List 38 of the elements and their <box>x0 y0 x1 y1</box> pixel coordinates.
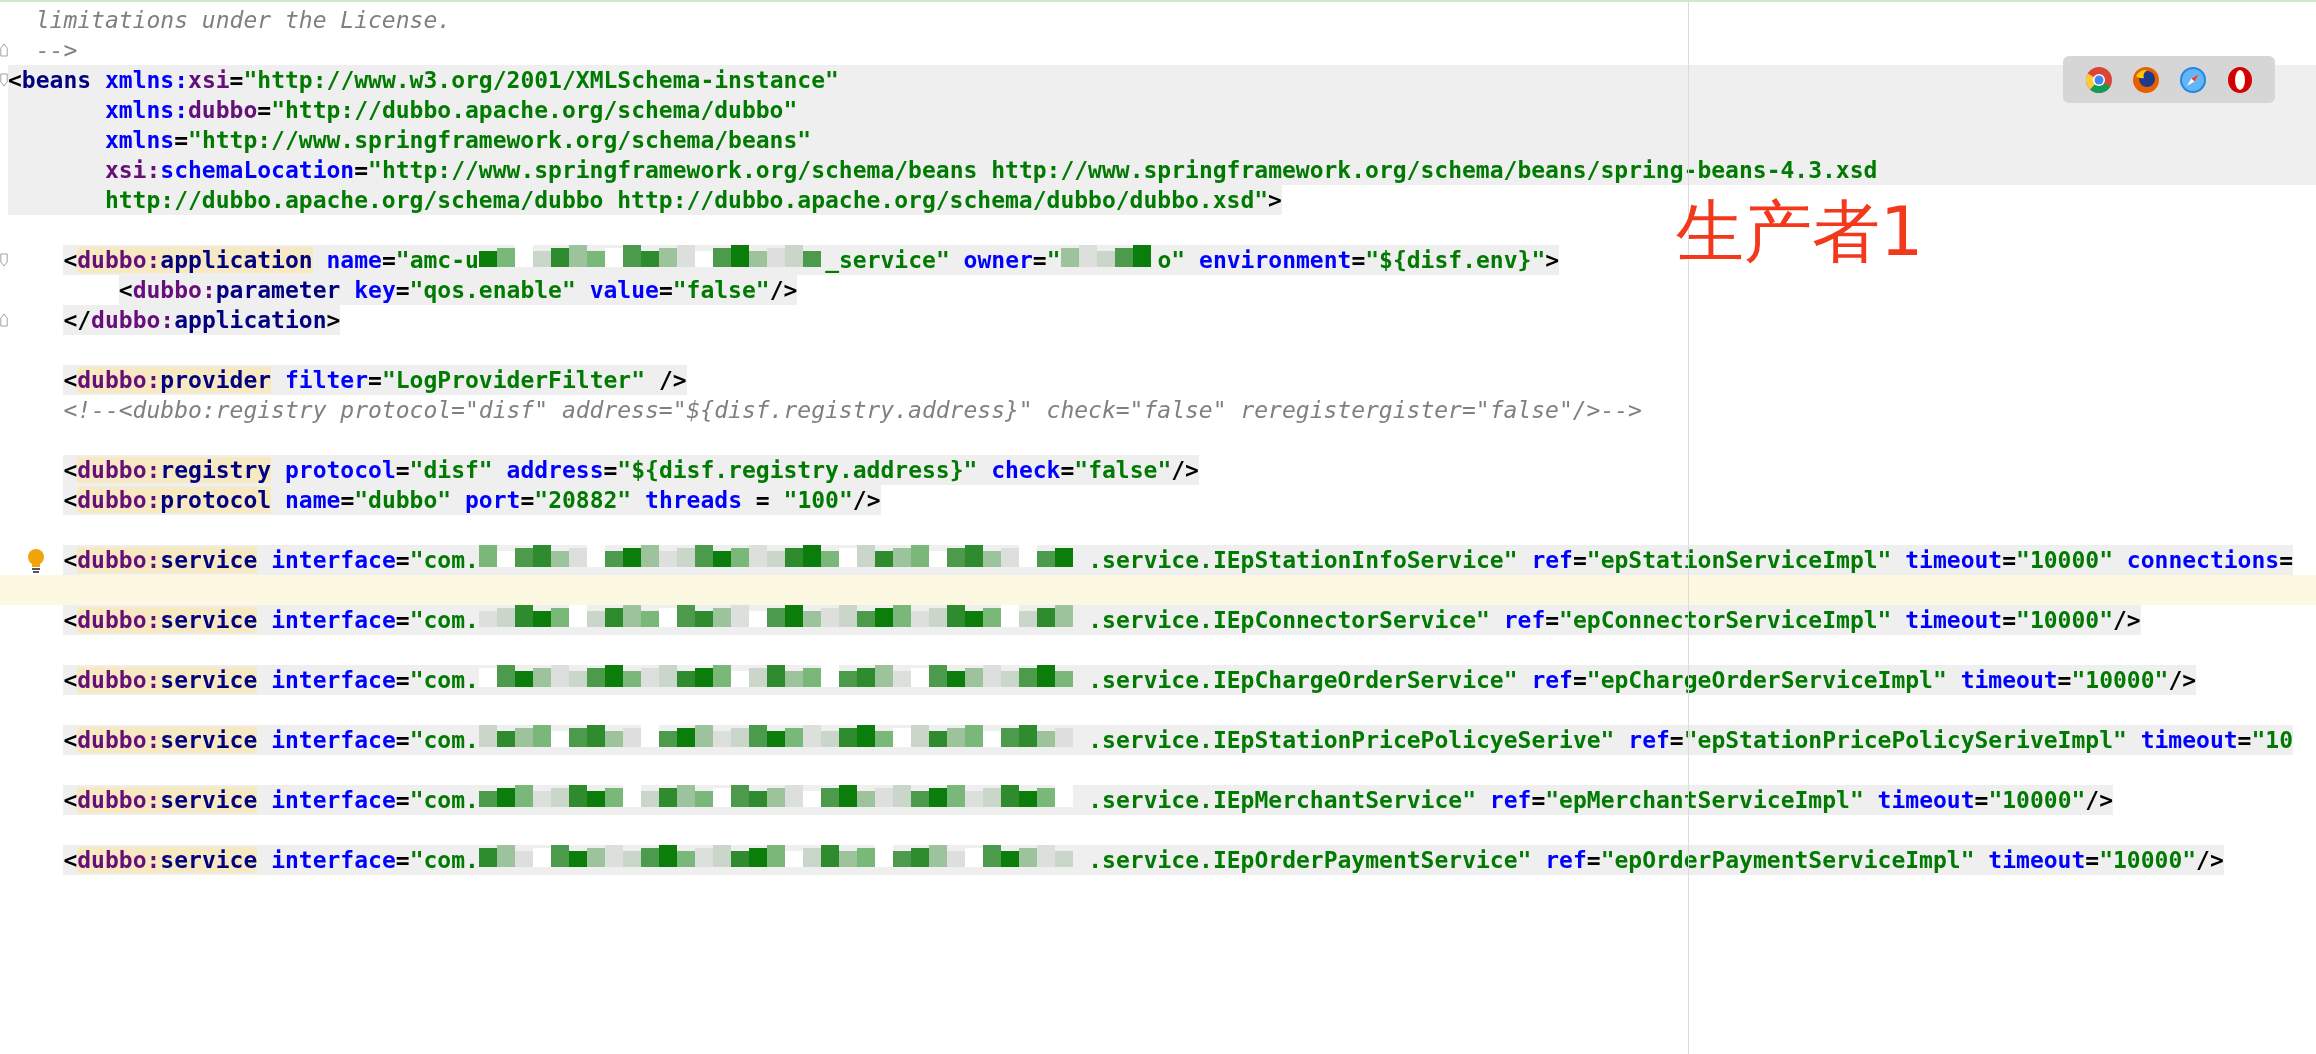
fold-icon[interactable] <box>0 253 8 267</box>
code-text: <dubbo:protocol name="dubbo" port="20882" threads = "100"/> <box>63 485 881 515</box>
code-text: _service" owner=" <box>825 245 1061 275</box>
code-text: <dubbo:service interface="com. <box>63 605 479 635</box>
code-text: <dubbo:service interface="com. <box>63 545 479 575</box>
code-text: xsi:schemaLocation="http://www.springframework.org/schema/beans http://www.springframework.org/schema/beans/spring-beans-4.3.xsd <box>8 155 2316 185</box>
code-text: <dubbo:service interface="com. <box>63 665 479 695</box>
code-text: .service.IEpConnectorService" ref="epConnectorServiceImpl" timeout="10000"/> <box>1088 605 2141 635</box>
ring-icon[interactable] <box>2225 65 2254 94</box>
code-text: <dubbo:application name="amc-u <box>63 245 479 275</box>
fold-icon[interactable] <box>0 73 8 87</box>
code-text: http://dubbo.apache.org/schema/dubbo http://dubbo.apache.org/schema/dubbo/dubbo.xsd"> <box>8 185 1282 215</box>
fox-globe-icon[interactable] <box>2131 65 2160 94</box>
code-text: o" environment="${disf.env}"> <box>1157 245 1560 275</box>
code-text: <dubbo:service interface="com. <box>63 785 479 815</box>
fold-icon[interactable] <box>0 313 8 327</box>
compass-icon[interactable] <box>2178 65 2207 94</box>
code-comment: --> <box>34 36 78 65</box>
code-text: <dubbo:service interface="com. <box>63 845 479 875</box>
code-text: .service.IEpStationInfoService" ref="epStationServiceImpl" timeout="10000" connections= <box>1088 545 2294 575</box>
fold-icon[interactable] <box>0 43 8 57</box>
code-text: <beans xmlns:xsi="http://www.w3.org/2001/XMLSchema-instance" <box>8 65 2316 95</box>
code-text: xmlns:dubbo="http://dubbo.apache.org/schema/dubbo" <box>8 95 2316 125</box>
code-text: .service.IEpStationPricePolicyeSerive" ref="epStationPricePolicySeriveImpl" timeout="10 <box>1088 725 2293 755</box>
tricolor-circle-icon[interactable] <box>2084 65 2113 94</box>
code-text: xmlns="http://www.springframework.org/schema/beans" <box>8 125 2316 155</box>
code-text: <dubbo:registry protocol="disf" address="${disf.registry.address}" check="false"/> <box>63 455 1199 485</box>
annotation-text: 生产者1 <box>1676 192 1924 272</box>
code-comment: limitations under the License. <box>34 6 452 35</box>
code-text: <dubbo:provider filter="LogProviderFilter" /> <box>63 365 687 395</box>
code-comment: <!--<dubbo:registry protocol="disf" address="${disf.registry.address}" check="false" reregistergister="false"/>--> <box>62 396 1642 425</box>
code-text: .service.IEpOrderPaymentService" ref="epOrderPaymentServiceImpl" timeout="10000"/> <box>1088 845 2224 875</box>
code-text: <dubbo:service interface="com. <box>63 725 479 755</box>
code-text: .service.IEpMerchantService" ref="epMerchantServiceImpl" timeout="10000"/> <box>1088 785 2114 815</box>
code-text: </dubbo:application> <box>63 305 341 335</box>
code-text: <dubbo:parameter key="qos.enable" value="false"/> <box>118 275 798 305</box>
code-text: .service.IEpChargeOrderService" ref="epChargeOrderServiceImpl" timeout="10000"/> <box>1088 665 2197 695</box>
lightbulb-icon[interactable] <box>25 548 47 574</box>
